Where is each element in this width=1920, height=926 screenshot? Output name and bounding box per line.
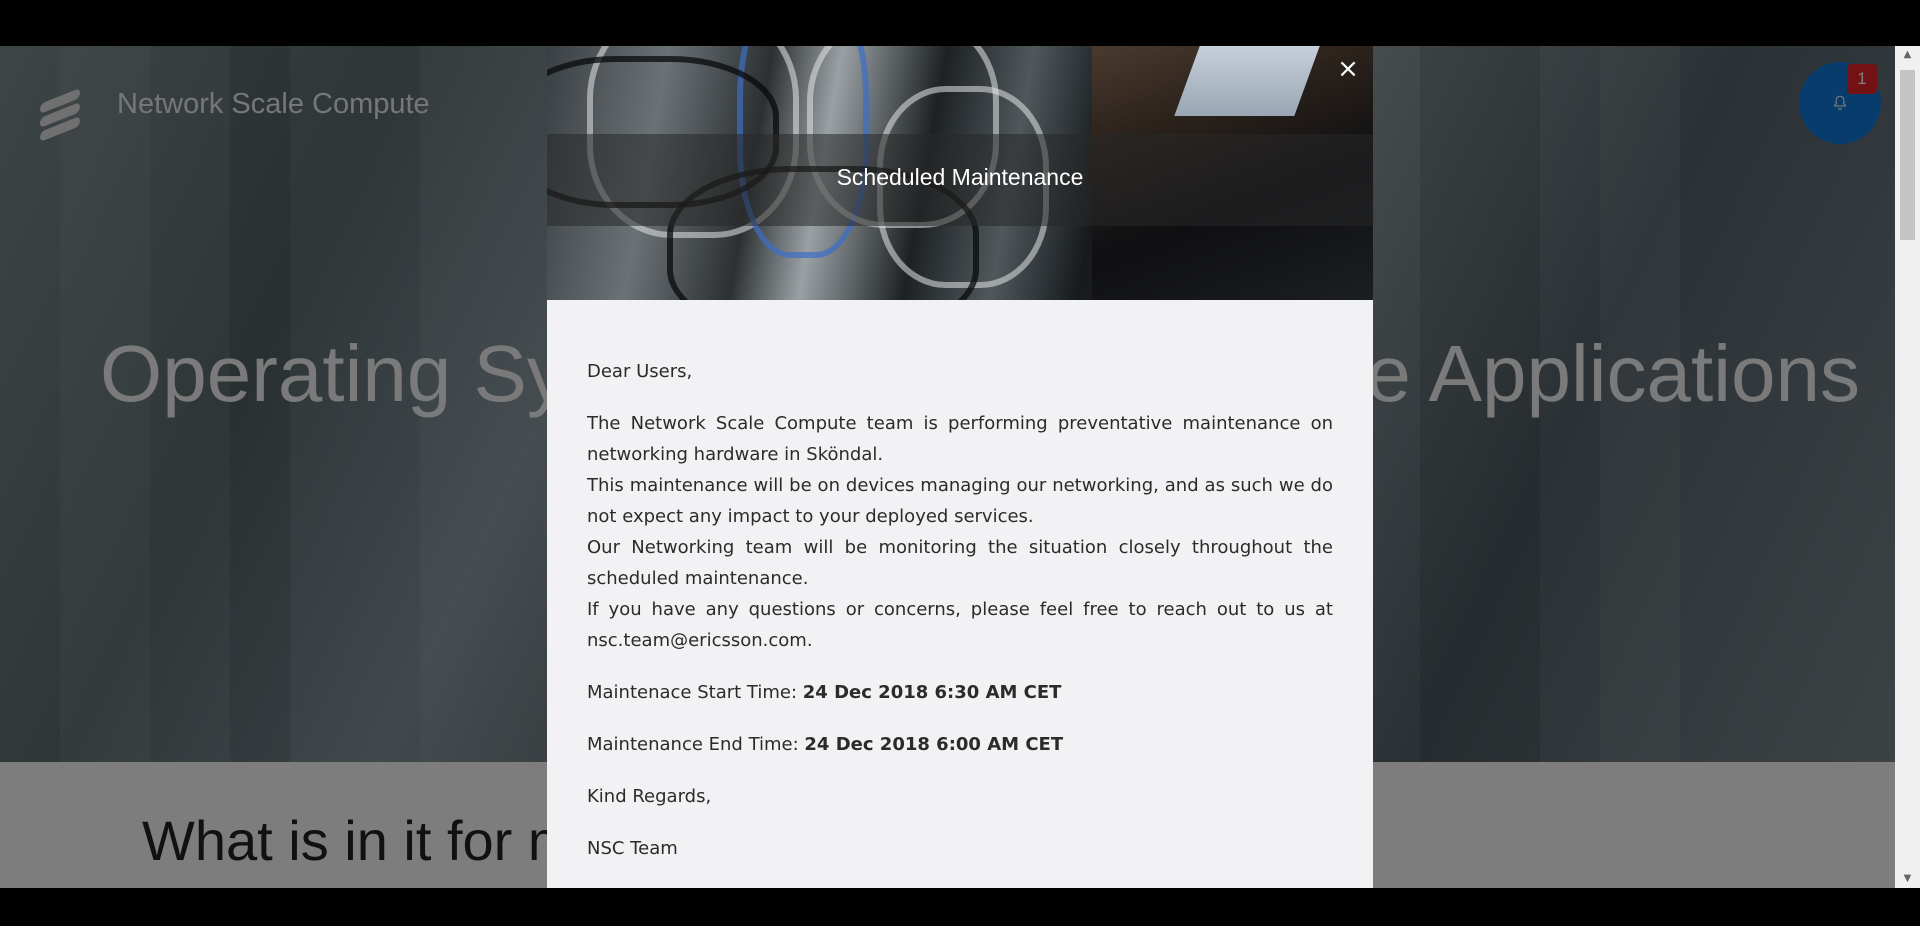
start-time-value: 24 Dec 2018 6:30 AM CET xyxy=(802,682,1062,703)
page-scrollbar[interactable]: ▲ ▼ xyxy=(1895,46,1920,888)
close-icon[interactable]: × xyxy=(1333,54,1363,84)
scrollbar-thumb[interactable] xyxy=(1900,70,1915,240)
scroll-up-arrow-icon[interactable]: ▲ xyxy=(1895,46,1920,64)
paragraph-impact: This maintenance will be on devices mana… xyxy=(587,475,1333,527)
end-time-value: 24 Dec 2018 6:00 AM CET xyxy=(804,734,1064,755)
greeting-text: Dear Users, xyxy=(587,361,693,382)
modal-title: Scheduled Maintenance xyxy=(836,164,1084,190)
modal-body: Dear Users, The Network Scale Compute te… xyxy=(587,356,1333,885)
signature-text: NSC Team xyxy=(587,838,678,859)
scroll-down-arrow-icon[interactable]: ▼ xyxy=(1895,870,1920,888)
closing-text: Kind Regards, xyxy=(587,786,712,807)
paragraph-monitoring: Our Networking team will be monitoring t… xyxy=(587,537,1333,589)
modal-header-image: Scheduled Maintenance × xyxy=(547,46,1373,300)
start-time-line: Maintenace Start Time: 24 Dec 2018 6:30 … xyxy=(587,677,1333,708)
start-time-label: Maintenace Start Time: xyxy=(587,682,803,703)
bottom-black-bar xyxy=(0,888,1920,926)
paragraph-contact: If you have any questions or concerns, p… xyxy=(587,599,1333,651)
end-time-line: Maintenance End Time: 24 Dec 2018 6:00 A… xyxy=(587,729,1333,760)
paragraph-maintenance: The Network Scale Compute team is perfor… xyxy=(587,413,1333,465)
top-black-bar xyxy=(0,0,1920,46)
maintenance-modal: Scheduled Maintenance × Dear Users, The … xyxy=(547,46,1373,888)
end-time-label: Maintenance End Time: xyxy=(587,734,805,755)
